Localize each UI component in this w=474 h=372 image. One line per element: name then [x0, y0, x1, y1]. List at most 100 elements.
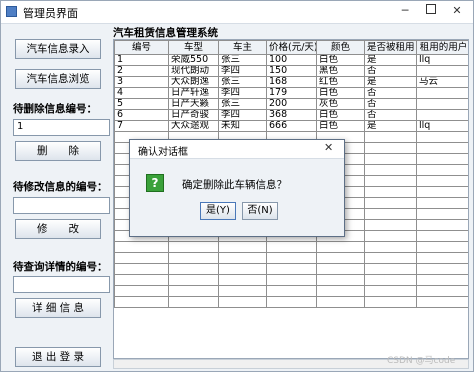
cell-empty[interactable]: [168, 274, 219, 286]
cell-empty[interactable]: [316, 263, 365, 275]
cell-empty[interactable]: [364, 230, 417, 242]
cell-model[interactable]: 荣威550: [168, 54, 219, 66]
cell-id[interactable]: 1: [114, 54, 169, 66]
cell-empty[interactable]: [416, 153, 468, 165]
cell-color[interactable]: 白色: [316, 120, 365, 132]
cell-id[interactable]: 7: [114, 120, 169, 132]
table-row[interactable]: 6 日产奇骏 李四 368 白色否: [114, 109, 468, 121]
edit-button[interactable]: 修 改: [15, 219, 101, 239]
no-button[interactable]: 否(N): [242, 202, 278, 220]
cell-color[interactable]: 白色: [316, 87, 365, 99]
cell-model[interactable]: 大众朗逸: [168, 76, 219, 88]
cell-empty[interactable]: [316, 285, 365, 297]
cell-id[interactable]: 2: [114, 65, 169, 77]
cell-owner[interactable]: 张三: [218, 54, 267, 66]
cell-rented[interactable]: 否: [364, 87, 417, 99]
minimize-button[interactable]: ─: [393, 3, 417, 19]
cell-empty[interactable]: [266, 241, 317, 253]
cell-empty[interactable]: [316, 252, 365, 264]
cell-color[interactable]: 红色: [316, 76, 365, 88]
table-row-empty[interactable]: [114, 296, 468, 308]
cell-empty[interactable]: [416, 197, 468, 209]
cell-price[interactable]: 168: [266, 76, 317, 88]
table-row[interactable]: 2 现代朗动 李四 150 黑色否: [114, 65, 468, 77]
cell-rented[interactable]: 是: [364, 54, 417, 66]
cell-empty[interactable]: [218, 263, 267, 275]
table-row[interactable]: 3 大众朗逸 张三 168 红色是马云: [114, 76, 468, 88]
cell-rented[interactable]: 是: [364, 76, 417, 88]
cell-empty[interactable]: [266, 274, 317, 286]
cell-renter[interactable]: [416, 98, 468, 110]
cell-empty[interactable]: [364, 296, 417, 308]
cell-model[interactable]: 日产轩逸: [168, 87, 219, 99]
cell-empty[interactable]: [266, 285, 317, 297]
cell-color[interactable]: 黑色: [316, 65, 365, 77]
cell-model[interactable]: 大众途观: [168, 120, 219, 132]
cell-renter[interactable]: [416, 87, 468, 99]
cell-empty[interactable]: [416, 186, 468, 198]
dialog-close-icon[interactable]: ✕: [324, 141, 333, 154]
column-header-model[interactable]: 车型: [168, 40, 219, 55]
maximize-button[interactable]: [419, 3, 443, 19]
cell-rented[interactable]: 否: [364, 98, 417, 110]
cell-color[interactable]: 白色: [316, 109, 365, 121]
cell-owner[interactable]: 张三: [218, 98, 267, 110]
cell-renter[interactable]: llq: [416, 120, 468, 132]
cell-empty[interactable]: [114, 252, 169, 264]
cell-empty[interactable]: [416, 241, 468, 253]
column-header-rented[interactable]: 是否被租用: [364, 40, 417, 55]
cell-price[interactable]: 100: [266, 54, 317, 66]
cell-price[interactable]: 666: [266, 120, 317, 132]
cell-empty[interactable]: [266, 263, 317, 275]
cell-owner[interactable]: 未知: [218, 120, 267, 132]
cell-id[interactable]: 5: [114, 98, 169, 110]
cell-renter[interactable]: 马云: [416, 76, 468, 88]
cell-empty[interactable]: [364, 208, 417, 220]
cell-empty[interactable]: [316, 296, 365, 308]
cell-empty[interactable]: [416, 208, 468, 220]
close-button[interactable]: ✕: [445, 3, 469, 19]
cell-empty[interactable]: [218, 285, 267, 297]
table-row[interactable]: 1 荣威550 张三 100 白色是 llq: [114, 54, 468, 66]
cell-empty[interactable]: [416, 219, 468, 231]
cell-empty[interactable]: [364, 219, 417, 231]
cell-model[interactable]: 日产天籁: [168, 98, 219, 110]
cell-empty[interactable]: [114, 241, 169, 253]
cell-empty[interactable]: [114, 285, 169, 297]
column-header-renter[interactable]: 租用的用户: [416, 40, 468, 55]
table-row-empty[interactable]: [114, 263, 468, 275]
cell-empty[interactable]: [316, 241, 365, 253]
cell-owner[interactable]: 李四: [218, 65, 267, 77]
delete-button[interactable]: 删 除: [15, 141, 101, 161]
table-row[interactable]: 7 大众途观 未知 666 白色是 llq: [114, 120, 468, 132]
cell-empty[interactable]: [364, 263, 417, 275]
table-row[interactable]: 5 日产天籁 张三 200 灰色否: [114, 98, 468, 110]
table-row[interactable]: 4 日产轩逸 李四 179 白色否: [114, 87, 468, 99]
cell-empty[interactable]: [364, 164, 417, 176]
cell-color[interactable]: 白色: [316, 54, 365, 66]
cell-empty[interactable]: [416, 263, 468, 275]
cell-empty[interactable]: [364, 175, 417, 187]
column-header-owner[interactable]: 车主: [218, 40, 267, 55]
cell-empty[interactable]: [316, 274, 365, 286]
cell-empty[interactable]: [168, 263, 219, 275]
yes-button[interactable]: 是(Y): [200, 202, 236, 220]
cell-empty[interactable]: [218, 252, 267, 264]
cell-empty[interactable]: [364, 186, 417, 198]
cell-empty[interactable]: [416, 252, 468, 264]
cell-id[interactable]: 6: [114, 109, 169, 121]
cell-owner[interactable]: 张三: [218, 76, 267, 88]
table-row-empty[interactable]: [114, 252, 468, 264]
cell-id[interactable]: 4: [114, 87, 169, 99]
add-car-button[interactable]: 汽车信息录入: [15, 39, 101, 59]
cell-empty[interactable]: [416, 296, 468, 308]
cell-empty[interactable]: [416, 131, 468, 143]
cell-renter[interactable]: llq: [416, 54, 468, 66]
column-header-id[interactable]: 编号: [114, 40, 169, 55]
cell-price[interactable]: 179: [266, 87, 317, 99]
cell-empty[interactable]: [168, 252, 219, 264]
cell-empty[interactable]: [364, 153, 417, 165]
cell-empty[interactable]: [416, 230, 468, 242]
cell-empty[interactable]: [364, 252, 417, 264]
cell-empty[interactable]: [364, 142, 417, 154]
